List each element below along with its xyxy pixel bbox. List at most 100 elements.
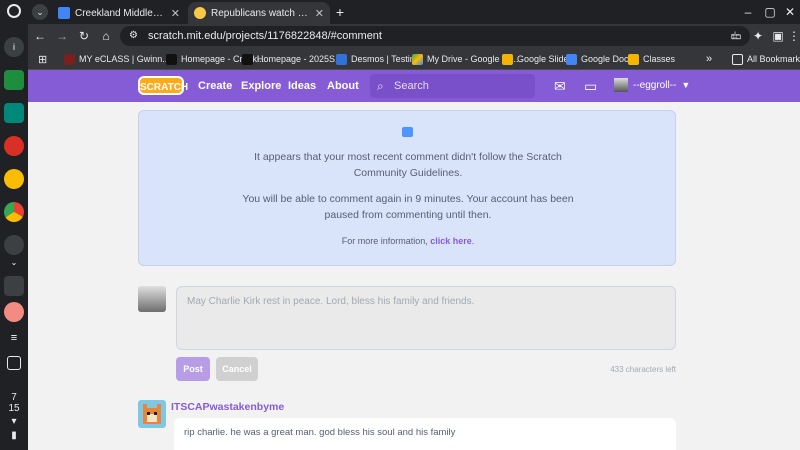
close-window-icon[interactable]: ✕ bbox=[782, 4, 798, 20]
bookmark-eclass[interactable]: MY eCLASS | Gwinn... bbox=[64, 52, 170, 66]
maximize-icon[interactable]: ▢ bbox=[762, 4, 778, 20]
drive-favicon bbox=[412, 53, 423, 65]
bookmark-classes[interactable]: Classes bbox=[628, 52, 675, 66]
all-bookmarks-label: All Bookmarks bbox=[747, 54, 800, 64]
click-here-link[interactable]: click here bbox=[430, 236, 472, 246]
wifi-icon[interactable]: ▾ bbox=[0, 416, 28, 427]
menu-icon[interactable]: ⋮ bbox=[786, 28, 800, 44]
chevron-down-icon[interactable]: ⌄ bbox=[4, 252, 24, 272]
minimize-icon[interactable]: – bbox=[740, 4, 756, 20]
search-icon: ⌕ bbox=[377, 79, 384, 93]
chrome-app-icon[interactable] bbox=[4, 202, 24, 222]
reading-mode-icon[interactable]: ▭ bbox=[728, 28, 744, 44]
all-bookmarks-button[interactable]: All Bookmarks bbox=[732, 52, 800, 66]
window-icon[interactable] bbox=[7, 356, 21, 370]
back-icon[interactable]: ← bbox=[32, 28, 48, 44]
avatar bbox=[614, 78, 628, 92]
tab-scratch-project[interactable]: Republicans watch this please ✕ bbox=[188, 2, 330, 24]
bookmark-desmos[interactable]: Desmos | Testing bbox=[336, 52, 420, 66]
clock-minute[interactable]: 15 bbox=[0, 403, 28, 414]
bookmarks-overflow-button[interactable]: » bbox=[706, 52, 712, 66]
classes-favicon bbox=[628, 53, 639, 65]
tab-title: Republicans watch this please bbox=[211, 7, 309, 19]
site-info-icon[interactable]: ⚙ bbox=[129, 26, 138, 46]
bookmark-homepage-2025[interactable]: Homepage - 2025S... bbox=[242, 52, 343, 66]
bookmark-slides[interactable]: Google Slides bbox=[502, 52, 573, 66]
forward-icon[interactable]: → bbox=[54, 28, 70, 44]
slides-favicon bbox=[502, 53, 513, 65]
docs-favicon bbox=[566, 53, 577, 65]
more-info-suffix: . bbox=[471, 236, 475, 246]
nav-create[interactable]: Create bbox=[198, 70, 232, 102]
browser-toolbar: ← → ↻ ⌂ ⚙ scratch.mit.edu/projects/11768… bbox=[28, 24, 800, 48]
comment-input[interactable]: May Charlie Kirk rest in peace. Lord, bl… bbox=[176, 286, 676, 350]
drive-app-icon[interactable] bbox=[4, 169, 24, 189]
username: --eggroll-- bbox=[633, 79, 677, 91]
meet-app-icon[interactable] bbox=[4, 103, 24, 123]
scratch-navbar: SCRATCH Create Explore Ideas About ⌕ Sea… bbox=[28, 70, 800, 102]
nav-explore[interactable]: Explore bbox=[241, 70, 281, 102]
folder-icon bbox=[732, 53, 743, 65]
dil-favicon bbox=[166, 53, 177, 65]
extensions-icon[interactable]: ✦ bbox=[750, 28, 766, 44]
home-icon[interactable]: ⌂ bbox=[98, 28, 114, 44]
dil-favicon bbox=[242, 53, 253, 65]
close-tab-icon[interactable]: ✕ bbox=[315, 7, 324, 20]
chevron-down-icon: ▼ bbox=[681, 80, 691, 90]
search-input[interactable]: ⌕ Search bbox=[370, 74, 535, 98]
own-avatar bbox=[138, 286, 166, 312]
apps-grid-icon[interactable]: ⊞ bbox=[38, 52, 47, 66]
post-button[interactable]: Post bbox=[176, 357, 210, 381]
characters-left: 433 characters left bbox=[610, 365, 676, 374]
os-shelf: i ⌄ ≡ 7 15 ▾ ▮ bbox=[0, 0, 28, 450]
bookmark-docs[interactable]: Google Docs bbox=[566, 52, 633, 66]
bookmark-label: Homepage - 2025S... bbox=[257, 54, 343, 64]
reload-icon[interactable]: ↻ bbox=[76, 28, 92, 44]
bookmark-label: Google Slides bbox=[517, 54, 574, 64]
nav-about[interactable]: About bbox=[327, 70, 359, 102]
files-app-icon[interactable] bbox=[4, 276, 24, 296]
close-tab-icon[interactable]: ✕ bbox=[171, 7, 180, 20]
desmos-favicon bbox=[336, 53, 347, 65]
classroom-app-icon[interactable] bbox=[4, 70, 24, 90]
battery-icon[interactable]: ▮ bbox=[0, 430, 28, 441]
commenter-username[interactable]: ITSCAPwastakenbyme bbox=[171, 401, 284, 413]
address-text: scratch.mit.edu/projects/1176822848/#com… bbox=[148, 30, 382, 42]
fox-avatar-icon bbox=[138, 400, 166, 428]
red-app-icon[interactable] bbox=[4, 136, 24, 156]
notice-pause-text: You will be able to comment again in 9 m… bbox=[242, 193, 574, 221]
tab-title: Creekland Middle School Land bbox=[75, 7, 165, 19]
bookmark-label: Classes bbox=[643, 54, 676, 64]
comment-icon bbox=[402, 127, 413, 137]
messages-icon[interactable]: ✉ bbox=[554, 78, 566, 94]
assistant-icon[interactable]: i bbox=[4, 37, 24, 57]
playlist-icon[interactable]: ≡ bbox=[4, 328, 24, 348]
user-menu[interactable]: --eggroll-- ▼ bbox=[614, 78, 690, 92]
eclass-favicon bbox=[64, 53, 75, 65]
pink-app-icon[interactable] bbox=[4, 302, 24, 322]
cancel-button[interactable]: Cancel bbox=[216, 357, 258, 381]
new-tab-button[interactable]: + bbox=[332, 4, 348, 20]
profile-icon[interactable]: ▣ bbox=[770, 28, 786, 44]
tab-strip: ⌄ Creekland Middle School Land ✕ Republi… bbox=[28, 0, 800, 24]
tab-search-icon[interactable]: ⌄ bbox=[32, 4, 48, 20]
bookmark-label: Google Docs bbox=[581, 54, 634, 64]
commenter-avatar[interactable] bbox=[138, 400, 166, 428]
scratch-favicon bbox=[194, 7, 206, 19]
scratch-page: SCRATCH Create Explore Ideas About ⌕ Sea… bbox=[28, 70, 800, 450]
comment-muted-notice: It appears that your most recent comment… bbox=[138, 110, 676, 266]
notice-more-info: For more information, click here. bbox=[229, 233, 587, 249]
notice-guidelines-text: It appears that your most recent comment… bbox=[254, 151, 562, 179]
bookmark-label: Desmos | Testing bbox=[351, 54, 420, 64]
more-info-prefix: For more information, bbox=[341, 236, 431, 246]
launcher-icon[interactable] bbox=[7, 4, 21, 18]
nav-ideas[interactable]: Ideas bbox=[288, 70, 316, 102]
comment-body: rip charlie. he was a great man. god ble… bbox=[174, 418, 676, 450]
bookmark-label: MY eCLASS | Gwinn... bbox=[79, 54, 170, 64]
bookmarks-bar: ⊞ MY eCLASS | Gwinn... Homepage - Creekl… bbox=[28, 48, 800, 70]
address-bar[interactable]: ⚙ scratch.mit.edu/projects/1176822848/#c… bbox=[120, 26, 750, 46]
my-stuff-icon[interactable]: ▭ bbox=[584, 78, 597, 94]
tab-creekland[interactable]: Creekland Middle School Land ✕ bbox=[52, 2, 186, 24]
scratch-logo[interactable]: SCRATCH bbox=[138, 76, 188, 95]
clock-hour[interactable]: 7 bbox=[0, 392, 28, 403]
